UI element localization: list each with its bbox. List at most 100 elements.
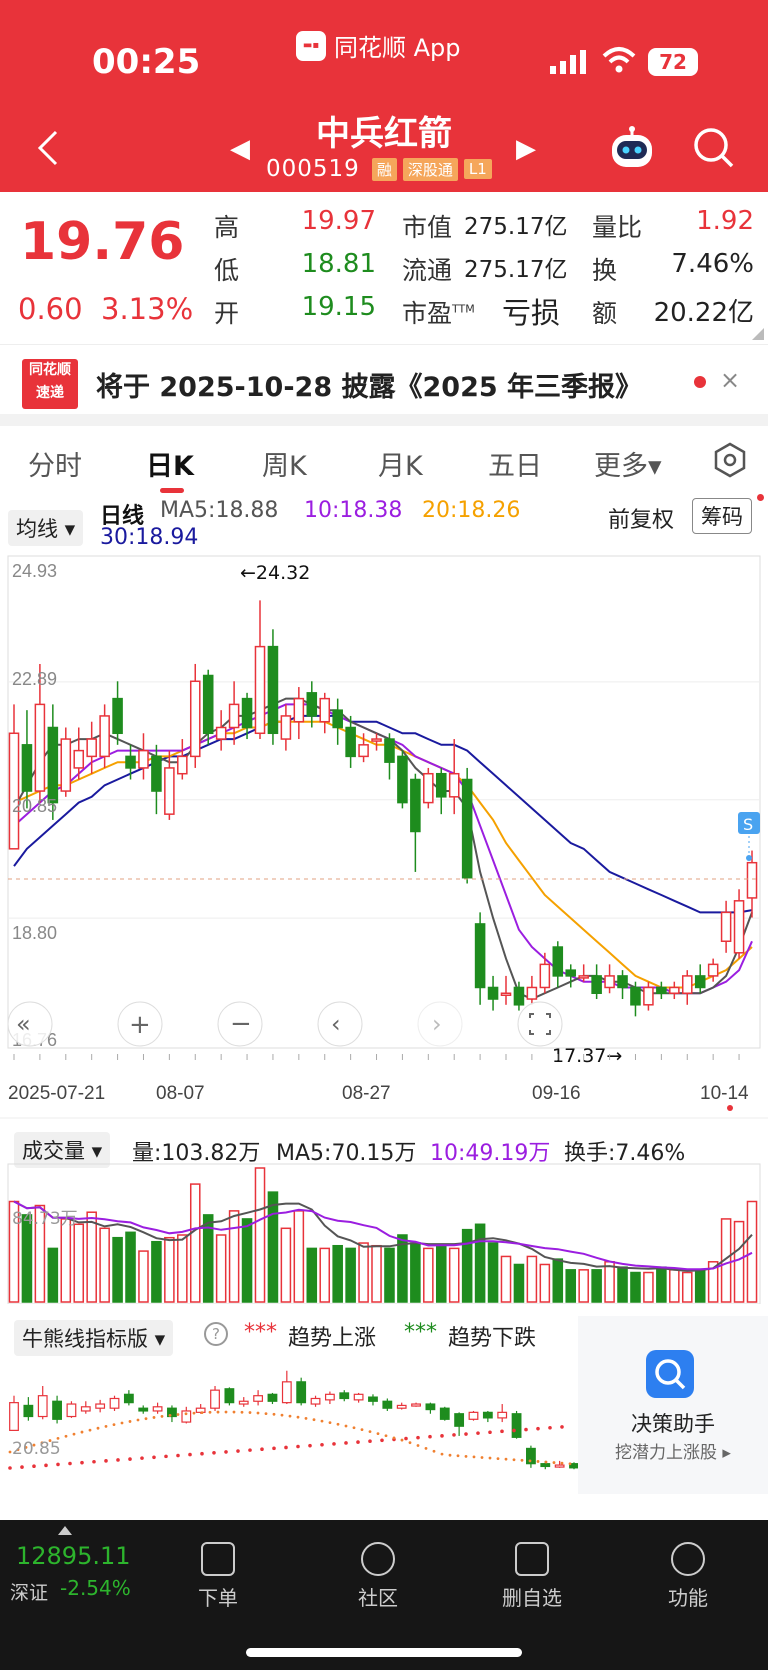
tab-five-day[interactable]: 五日: [488, 444, 542, 483]
candle-body: [280, 715, 292, 740]
search-icon[interactable]: [692, 126, 736, 170]
mini-candles: [9, 1370, 578, 1470]
kline-chart[interactable]: 24.93 22.89 20.85 18.80 16.76 ←24.32 17.…: [0, 552, 768, 1128]
volume-bar: [681, 1271, 693, 1303]
candle-body: [125, 755, 136, 769]
volume-bar: [215, 1234, 227, 1303]
trend-up-dot: [176, 1453, 180, 1458]
bull-bear-chart[interactable]: 20.85: [0, 1354, 578, 1494]
volume-bar: [332, 1244, 343, 1303]
candle-body: [47, 726, 59, 804]
trend-up-dot: [536, 1426, 540, 1431]
nav-community[interactable]: 社区: [338, 1542, 418, 1611]
volume-bar: [565, 1269, 577, 1303]
fullscreen-control[interactable]: [517, 1001, 563, 1047]
volume-chart[interactable]: 84.73万: [0, 1162, 768, 1304]
tab-weekly-k[interactable]: 周K: [262, 444, 307, 483]
trend-up-dot: [20, 1465, 24, 1469]
candle-body: [681, 975, 693, 994]
open-value: 19.15: [301, 292, 376, 322]
volume-bar: [254, 1167, 266, 1303]
volume-bar: [112, 1236, 123, 1303]
volume-bar: [487, 1242, 499, 1303]
decision-assistant-card[interactable]: 决策助手 挖潜力上涨股 ▸: [578, 1316, 768, 1494]
trend-up-dot: [548, 1425, 552, 1430]
tab-more[interactable]: 更多▾: [594, 444, 662, 483]
battery-icon: 72: [648, 48, 698, 76]
remove-watchlist-icon: [515, 1542, 549, 1576]
index-value[interactable]: 12895.11: [16, 1542, 131, 1570]
tab-daily-k[interactable]: 日K: [146, 444, 194, 483]
next-bar-control[interactable]: ›: [417, 1001, 463, 1047]
chips-button[interactable]: 筹码: [692, 498, 752, 534]
app-logo-icon: ▬▪: [296, 30, 326, 61]
zoom-in-control[interactable]: +: [117, 1001, 163, 1047]
volume-bar: [384, 1247, 395, 1303]
trend-up-dot: [440, 1434, 444, 1438]
tab-monthly-k[interactable]: 月K: [378, 444, 423, 483]
next-stock-icon[interactable]: ▶: [516, 134, 536, 164]
trend-up-dot: [404, 1436, 408, 1441]
nav-functions[interactable]: 功能: [648, 1542, 728, 1611]
volume-bar: [423, 1247, 434, 1303]
candle-body: [487, 986, 499, 1000]
volume-bar: [630, 1271, 641, 1303]
candle-body: [267, 645, 279, 735]
trend-line-dot: [184, 1412, 188, 1416]
chips-dot: [757, 494, 764, 501]
volume-bar: [746, 1200, 758, 1303]
help-icon[interactable]: ?: [204, 1322, 228, 1346]
volume-bar: [669, 1269, 680, 1303]
ma-dropdown[interactable]: 均线 ▾: [8, 510, 84, 546]
trend-line-dot: [320, 1419, 324, 1423]
trend-up-dot: [128, 1457, 132, 1461]
trend-up-dot: [92, 1459, 96, 1464]
volume-bar: [474, 1223, 486, 1303]
settings-hexagon-icon[interactable]: [712, 442, 748, 478]
prev-stock-icon[interactable]: ◀: [230, 134, 250, 164]
candle-body: [306, 692, 318, 717]
candle-body: [746, 861, 758, 899]
volume-bar: [293, 1210, 305, 1303]
volume-bar: [228, 1210, 240, 1303]
candle-body: [669, 986, 680, 994]
tab-intraday[interactable]: 分时: [28, 444, 82, 483]
volume-bar: [99, 1227, 110, 1303]
trend-dots: [8, 1410, 572, 1470]
trend-line-dot: [352, 1426, 356, 1430]
volume-bar: [164, 1236, 175, 1303]
candle-body: [138, 749, 149, 769]
trend-up-dot: [212, 1451, 216, 1455]
scroll-left-control[interactable]: «: [7, 1001, 53, 1047]
trend-up-dot: [344, 1441, 348, 1445]
notice-banner[interactable]: 同花顺 速递 将于 2025-10-28 披露《2025 年三季报》: [0, 344, 768, 414]
nav-order[interactable]: 下单: [178, 1542, 258, 1611]
prev-bar-control[interactable]: ‹: [317, 1001, 363, 1047]
trend-line-dot: [480, 1456, 484, 1459]
trend-line-dot: [552, 1461, 556, 1464]
trend-up-dot: [104, 1459, 108, 1463]
trend-up-dot: [488, 1430, 492, 1435]
signal-marker-label: S: [743, 815, 753, 834]
zoom-out-control[interactable]: −: [217, 1001, 263, 1047]
trend-line-dot: [504, 1457, 508, 1461]
trend-line-dot: [120, 1421, 124, 1425]
app-label: 同花顺 App: [334, 34, 461, 62]
svg-text:«: «: [16, 1010, 31, 1038]
mini-body: [123, 1393, 134, 1404]
adjust-mode[interactable]: 前复权: [608, 502, 674, 534]
volume-bar: [643, 1271, 654, 1303]
expand-corner-icon[interactable]: [752, 328, 764, 340]
nav-remove-watchlist[interactable]: 删自选: [492, 1542, 572, 1611]
volume-bar: [733, 1220, 745, 1303]
indicator-dropdown[interactable]: 牛熊线指标版 ▾: [14, 1320, 174, 1356]
robot-assistant-icon[interactable]: [608, 126, 656, 170]
close-icon[interactable]: ×: [720, 366, 740, 394]
volume-bar: [177, 1234, 188, 1303]
volume-bar: [539, 1263, 551, 1303]
candle-body: [241, 697, 253, 729]
wifi-icon: [602, 47, 636, 73]
trend-line-dot: [152, 1416, 156, 1419]
trend-line-dot: [304, 1416, 308, 1420]
trend-line-dot: [536, 1460, 540, 1463]
